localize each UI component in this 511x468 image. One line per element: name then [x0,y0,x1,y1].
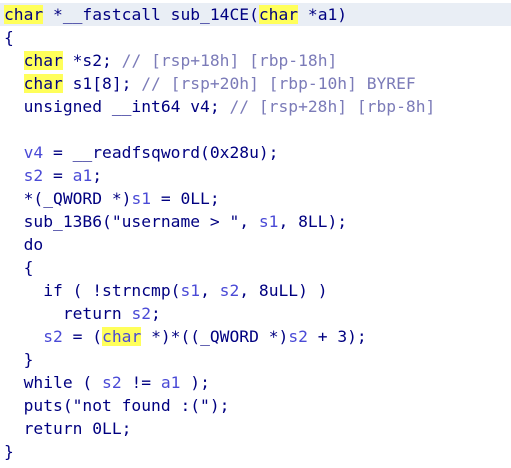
code-token: if ( !strncmp( [4,281,181,300]
code-comment: // [rsp+28h] [rbp-8h] [229,97,436,116]
variable-token[interactable]: a1 [73,166,93,185]
code-token: sub_13B6("username > ", [4,212,259,231]
variable-token[interactable]: s2 [102,373,122,392]
code-token: ); [258,143,279,162]
highlighted-keyword: char [23,74,63,93]
code-line[interactable]: } [0,348,511,371]
variable-token[interactable]: s1 [259,212,279,231]
code-token: *(_QWORD *) [4,189,132,208]
code-line[interactable]: v4 = __readfsqword(0x28u); [0,141,511,164]
code-token: ; [151,304,161,323]
variable-token[interactable]: s2 [131,304,151,323]
code-token: *__fastcall sub_14CE( [43,5,259,24]
code-token: , [200,281,220,300]
code-comment: // [rsp+18h] [rbp-18h] [121,51,338,70]
code-line[interactable]: sub_13B6("username > ", s1, 8LL); [0,210,511,233]
code-token: *s2; [62,51,122,70]
code-token: return [4,304,132,323]
code-line[interactable]: char s1[8]; // [rsp+20h] [rbp-10h] BYREF [0,72,511,95]
code-token: *)*((_QWORD *) [141,327,289,346]
code-token: ; [92,166,103,185]
code-comment: // [rsp+20h] [rbp-10h] BYREF [141,74,416,93]
code-line[interactable] [0,118,511,141]
code-line[interactable]: do [0,233,511,256]
highlighted-keyword: char [23,51,63,70]
variable-token[interactable]: s2 [24,166,44,185]
variable-token[interactable]: a1 [161,373,181,392]
code-line[interactable]: if ( !strncmp(s1, s2, 8uLL) ) [0,279,511,302]
code-token: != [121,373,161,392]
code-line[interactable]: while ( s2 != a1 ); [0,371,511,394]
code-line[interactable]: char *s2; // [rsp+18h] [rbp-18h] [0,49,511,72]
code-line[interactable]: *(_QWORD *)s1 = 0LL; [0,187,511,210]
code-token: } [4,442,14,461]
pseudocode-view[interactable]: char *__fastcall sub_14CE(char *a1){ cha… [0,3,511,463]
code-token: puts("not found :("); [4,396,230,415]
variable-token[interactable]: s2 [43,327,63,346]
highlighted-keyword: char [4,5,44,24]
code-token: do [4,235,44,254]
code-token: unsigned __int64 v4; [4,97,230,116]
code-token: , 8uLL) ) [239,281,328,300]
code-line[interactable]: unsigned __int64 v4; // [rsp+28h] [rbp-8… [0,95,511,118]
code-line[interactable]: { [0,256,511,279]
code-token: while ( [4,373,103,392]
code-token: = [43,166,73,185]
code-line[interactable]: s2 = a1; [0,164,511,187]
code-token: } [4,350,34,369]
code-line[interactable]: return 0LL; [0,417,511,440]
highlighted-keyword: char [258,5,299,24]
code-line[interactable]: char *__fastcall sub_14CE(char *a1) [0,3,511,26]
variable-token[interactable]: s2 [288,327,308,346]
variable-token[interactable]: s1 [131,189,151,208]
code-line[interactable]: } [0,440,511,463]
variable-token[interactable]: s2 [220,281,240,300]
code-line[interactable]: s2 = (char *)*((_QWORD *)s2 + 3); [0,325,511,348]
code-token: { [4,28,14,47]
code-token: 0x28u [209,143,259,162]
code-token: return 0LL; [4,419,132,438]
highlighted-keyword: char [102,327,142,346]
code-line[interactable]: { [0,26,511,49]
code-token: = ( [62,327,103,346]
code-token: = __readfsqword( [43,143,210,162]
code-line[interactable]: return s2; [0,302,511,325]
code-token: , 8LL); [278,212,348,231]
code-token: = 0LL; [151,189,220,208]
code-token: *a1) [298,5,348,24]
variable-token[interactable]: v4 [24,143,44,162]
code-token: + 3); [307,327,367,346]
code-token: { [4,258,34,277]
variable-token[interactable]: s1 [180,281,200,300]
code-token: s1[8]; [62,74,142,93]
code-token: ); [180,373,210,392]
code-line[interactable]: puts("not found :("); [0,394,511,417]
